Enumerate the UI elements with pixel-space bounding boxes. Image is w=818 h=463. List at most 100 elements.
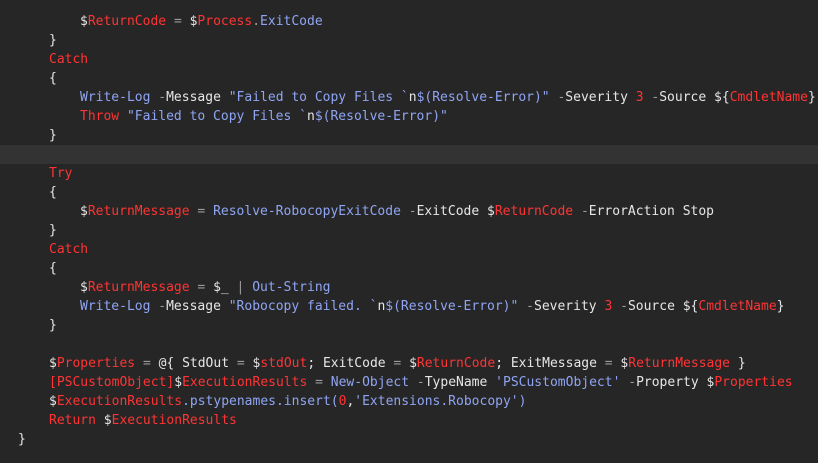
code-token-cmd: New-Object xyxy=(330,375,410,390)
code-line[interactable]: $ReturnMessage = Resolve-RobocopyExitCod… xyxy=(0,202,818,221)
code-token-brace: { xyxy=(49,261,57,276)
code-token-op: - xyxy=(620,299,628,314)
code-token-varsign: $ xyxy=(487,204,495,219)
code-line[interactable]: [PSCustomObject]$ExecutionResults = New-… xyxy=(0,373,818,392)
code-token-cmd: ExitCode xyxy=(260,14,323,29)
code-token-op: = xyxy=(604,356,613,371)
code-line[interactable]: { xyxy=(0,259,818,278)
code-token-brace: } xyxy=(49,223,57,238)
code-token-keyword: Try xyxy=(49,166,73,181)
code-token-var: ReturnCode xyxy=(494,204,574,219)
code-token-op: = xyxy=(173,14,182,29)
code-token-varsign: $ xyxy=(174,375,183,390)
code-token-varsign: } xyxy=(807,90,816,105)
code-token-type: [PSCustomObject] xyxy=(49,375,175,390)
code-token-varsign: ${ xyxy=(682,299,699,314)
code-token-cmd: Write-Log xyxy=(80,90,151,105)
code-token-op: = xyxy=(236,356,245,371)
code-token-cmd: Write-Log xyxy=(80,299,151,314)
code-token-plain: ; ExitMessage xyxy=(495,356,605,371)
code-token-keyword: Catch xyxy=(49,52,89,67)
code-token-op: - xyxy=(416,375,425,390)
code-token-string: $(Resolve-Error)" xyxy=(314,109,448,124)
code-token-var: Properties xyxy=(714,375,793,390)
code-token-plain: n xyxy=(408,90,417,105)
code-token-param: ErrorAction xyxy=(588,204,675,219)
code-line[interactable]: } xyxy=(0,31,818,50)
code-token-plain: } xyxy=(730,356,746,371)
code-token-op: . xyxy=(252,14,261,29)
code-token-param: Message xyxy=(166,90,221,105)
code-token-string: $(Resolve-Error)" xyxy=(385,299,519,314)
code-token-op: - xyxy=(526,299,534,314)
code-token-varsign: } xyxy=(776,299,785,314)
code-token-var: ExecutionResults xyxy=(111,413,237,428)
code-token-varsign: $ xyxy=(409,356,417,371)
code-token-keyword: Throw xyxy=(80,109,120,124)
code-token-brace: { xyxy=(49,185,57,200)
code-token-param: ExitCode xyxy=(416,204,480,219)
code-line[interactable]: } xyxy=(0,221,818,240)
code-token-var: Process xyxy=(197,14,253,29)
code-line[interactable]: Write-Log -Message "Failed to Copy Files… xyxy=(0,88,818,107)
code-token-param: TypeName xyxy=(424,375,488,390)
code-line[interactable]: { xyxy=(0,183,818,202)
code-token-string: 'Extensions.Robocopy' xyxy=(354,394,519,409)
code-token-var: Properties xyxy=(56,356,136,371)
code-token-cmd: Resolve-RobocopyExitCode xyxy=(213,204,401,219)
code-token-var: ReturnMessage xyxy=(87,280,190,295)
code-token-brace: } xyxy=(49,128,57,143)
code-token-number: 3 xyxy=(635,90,644,105)
code-token-cmd: Out-String xyxy=(252,280,331,295)
code-line[interactable]: Return $ExecutionResults xyxy=(0,411,818,430)
code-token-op: - xyxy=(158,90,167,105)
code-line[interactable]: } xyxy=(0,430,818,449)
code-line[interactable]: } xyxy=(0,126,818,145)
code-token-plain: @{ StdOut xyxy=(158,356,237,371)
code-editor[interactable]: $ReturnCode = $Process.ExitCode} Catch{Wr… xyxy=(0,0,818,463)
code-token-var: stdOut xyxy=(260,356,308,371)
code-line[interactable]: $Properties = @{ StdOut = $stdOut; ExitC… xyxy=(0,354,818,373)
code-line[interactable] xyxy=(0,145,818,164)
code-line[interactable]: $ReturnCode = $Process.ExitCode xyxy=(0,12,818,31)
code-line[interactable]: } xyxy=(0,316,818,335)
code-line[interactable]: Catch xyxy=(0,240,818,259)
code-line[interactable]: Catch xyxy=(0,50,818,69)
code-token-param: Source xyxy=(659,90,707,105)
code-token-plain: Stop xyxy=(674,204,715,219)
code-line[interactable]: { xyxy=(0,69,818,88)
code-line[interactable]: $ExecutionResults.pstypenames.insert(0,'… xyxy=(0,392,818,411)
code-token-var: ExecutionResults xyxy=(182,375,308,390)
code-line[interactable] xyxy=(0,335,818,354)
code-line[interactable]: Write-Log -Message "Robocopy failed. `n$… xyxy=(0,297,818,316)
code-token-param: Severity xyxy=(565,90,628,105)
code-token-var: ReturnMessage xyxy=(87,204,190,219)
code-line[interactable]: Throw "Failed to Copy Files `n$(Resolve-… xyxy=(0,107,818,126)
code-line[interactable]: $ReturnMessage = $_ | Out-String xyxy=(0,278,818,297)
code-token-var: ReturnCode xyxy=(416,356,496,371)
code-token-string: $(Resolve-Error)" xyxy=(416,90,550,105)
code-token-var: ReturnMessage xyxy=(628,356,730,371)
code-token-varsign: $ xyxy=(103,413,112,428)
code-token-varsign: $_ xyxy=(213,280,229,295)
code-token-param: Property xyxy=(636,375,699,390)
code-token-op: - xyxy=(408,204,417,219)
code-token-string: "Failed to Copy Files ` xyxy=(126,109,307,124)
code-line[interactable]: Try xyxy=(0,164,818,183)
